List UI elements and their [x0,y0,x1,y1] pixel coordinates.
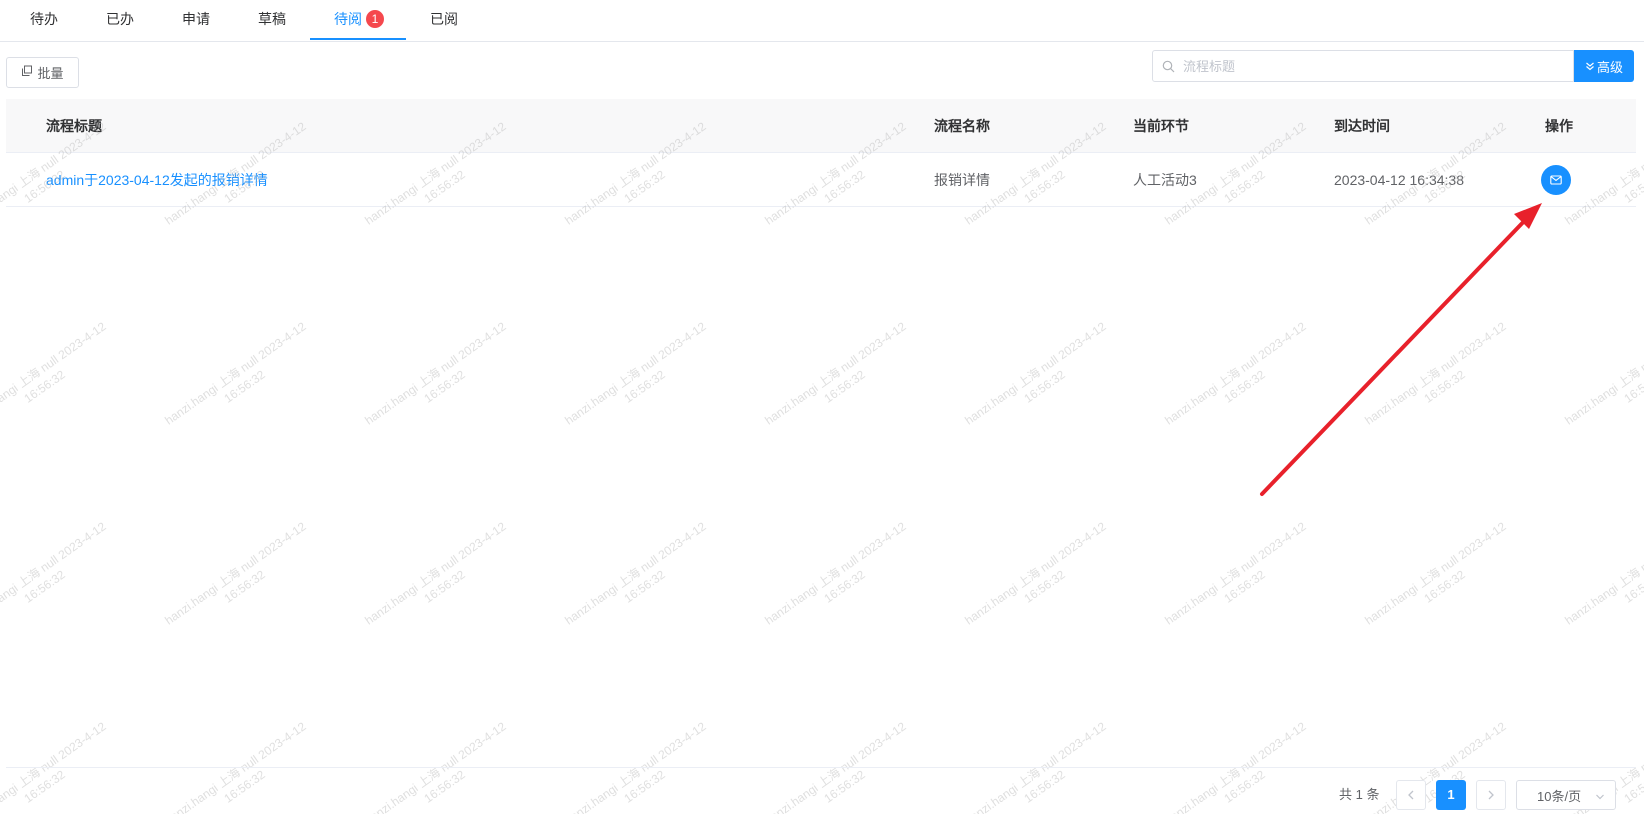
tab-bar: 待办 已办 申请 草稿 待阅 1 已阅 [0,0,1644,42]
column-header-current-step[interactable]: 当前环节 [1133,99,1189,153]
tab-read[interactable]: 已阅 [430,0,458,42]
next-page-button[interactable] [1476,780,1506,810]
tab-label: 待阅 [334,11,362,27]
tab-label: 已办 [106,11,134,27]
tab-label: 待办 [30,11,58,27]
table-header: 流程标题 流程名称 当前环节 到达时间 操作 [6,99,1636,153]
current-step-cell: 人工活动3 [1133,172,1197,188]
chevron-right-icon [1487,787,1495,803]
tab-label: 草稿 [258,11,286,27]
total-count: 共 1 条 [1339,787,1380,802]
search-field [1152,50,1574,82]
advanced-button-label: 高级 [1596,59,1623,75]
column-header-title[interactable]: 流程标题 [46,99,102,153]
advanced-search-button[interactable]: 高级 [1574,50,1634,82]
double-chevron-down-icon [1585,59,1595,74]
unread-count-badge: 1 [366,10,384,28]
mail-icon [1550,172,1562,188]
tab-draft[interactable]: 草稿 [258,0,286,42]
process-title-link[interactable]: admin于2023-04-12发起的报销详情 [46,153,268,207]
mark-read-button[interactable] [1541,165,1571,195]
search-input[interactable] [1183,58,1563,74]
page-size-label: 10条/页 [1537,788,1582,804]
column-header-action: 操作 [1545,118,1573,134]
process-name-cell: 报销详情 [934,172,990,188]
tab-done[interactable]: 已办 [106,0,134,42]
footer-divider [6,767,1636,768]
tab-label: 申请 [182,11,210,27]
tab-to-read[interactable]: 待阅 1 [334,0,384,42]
prev-page-button[interactable] [1396,780,1426,810]
search-icon [1153,60,1183,73]
copy-icon [21,65,33,80]
tab-label: 已阅 [430,11,458,27]
tab-todo[interactable]: 待办 [30,0,58,42]
arrival-time-cell: 2023-04-12 16:34:38 [1334,172,1464,188]
tab-apply[interactable]: 申请 [182,0,210,42]
column-header-arrival-time[interactable]: 到达时间 [1334,99,1390,153]
page-number-current[interactable]: 1 [1436,780,1466,810]
chevron-down-icon [1595,790,1605,805]
batch-button[interactable]: 批量 [6,57,79,88]
active-tab-indicator [310,38,406,40]
table-row[interactable]: admin于2023-04-12发起的报销详情 报销详情 人工活动3 2023-… [6,153,1636,207]
batch-button-label: 批量 [37,66,64,81]
page-size-select[interactable]: 10条/页 [1516,780,1616,810]
column-header-process-name[interactable]: 流程名称 [934,99,990,153]
chevron-left-icon [1407,787,1415,803]
